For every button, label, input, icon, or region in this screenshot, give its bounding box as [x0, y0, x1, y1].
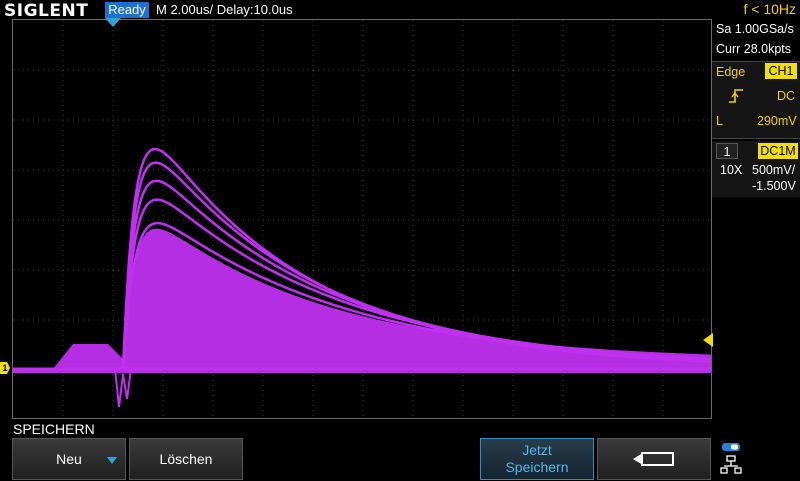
channel-coupling-badge: DC1M	[758, 143, 798, 159]
jetzt-label-line1: Jetzt	[522, 442, 552, 458]
trigger-coupling: DC	[777, 89, 796, 103]
timebase-readout[interactable]: M 2.00us/ Delay:10.0us	[156, 2, 293, 17]
trigger-level-value: 290mV	[757, 114, 797, 128]
probe-attenuation: 10X	[720, 163, 743, 177]
loeschen-label: Löschen	[159, 451, 213, 467]
channel-number: 1	[716, 143, 738, 159]
neu-label: Neu	[56, 451, 82, 467]
rising-edge-icon	[728, 88, 744, 109]
return-arrow-icon	[633, 452, 674, 466]
back-softkey[interactable]	[597, 438, 711, 480]
trigger-source-badge: CH1	[765, 63, 797, 79]
volts-per-div: 500mV/	[752, 163, 796, 177]
jetzt-label-line2: Speichern	[505, 459, 569, 475]
run-status-badge[interactable]: Ready	[105, 2, 149, 18]
channel-offset: -1.500V	[752, 179, 796, 193]
trigger-level-marker[interactable]	[703, 333, 713, 347]
network-icon	[720, 442, 742, 481]
memory-depth: Curr 28.0kpts	[716, 42, 792, 56]
loeschen-softkey[interactable]: Löschen	[129, 438, 243, 480]
trigger-spike	[114, 368, 132, 408]
trigger-position-marker[interactable]	[105, 18, 121, 27]
jetzt-speichern-softkey[interactable]: Jetzt Speichern	[480, 438, 594, 480]
sample-rate: Sa 1.00GSa/s	[716, 22, 794, 36]
neu-softkey[interactable]: Neu	[12, 438, 126, 480]
graticule	[13, 20, 711, 418]
frequency-counter: f < 10Hz	[743, 1, 796, 17]
siglent-logo: SIGLENT	[4, 1, 89, 21]
trigger-type: Edge	[716, 65, 746, 79]
menu-title: SPEICHERN	[13, 421, 95, 437]
trigger-level-label: L	[716, 114, 723, 128]
waveform-display[interactable]	[12, 19, 712, 419]
chevron-down-icon	[107, 457, 117, 464]
channel-1-offset-marker[interactable]: 1	[0, 362, 10, 374]
